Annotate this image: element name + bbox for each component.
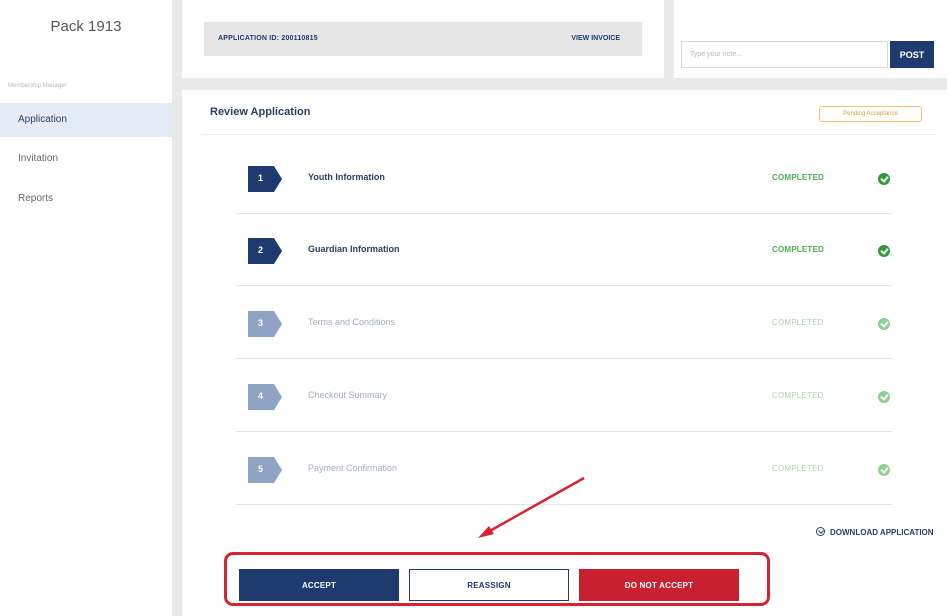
step-number: 1 [258,173,264,183]
download-label: DOWNLOAD APPLICATION [830,528,934,537]
step-status: COMPLETED [772,245,825,254]
step-label: Youth Information [308,172,385,182]
application-card: APPLICATION ID: 200110815 VIEW INVOICE [182,0,664,78]
review-application-card: Review Application Pending Acceptance 1 … [182,90,947,616]
step-number: 5 [258,464,264,474]
step-payment-confirmation[interactable]: 5 Payment Confirmation COMPLETED [236,433,892,505]
step-guardian-information[interactable]: 2 Guardian Information COMPLETED [236,214,892,286]
step-label: Checkout Summary [308,390,388,400]
step-status: COMPLETED [772,464,824,473]
note-input[interactable] [681,41,888,68]
check-circle-icon [878,464,890,476]
step-number-badge: 1 [248,166,282,192]
divider [202,134,937,135]
step-label: Terms and Conditions [308,317,396,327]
check-circle-icon [878,245,890,257]
sidebar-item-reports[interactable]: Reports [0,182,172,216]
sidebar: Pack 1913 Membership Manager Application… [0,0,172,616]
step-number: 4 [258,391,264,401]
accept-button[interactable]: ACCEPT [239,569,399,601]
step-status: COMPLETED [772,173,825,182]
status-badge: Pending Acceptance [819,106,922,122]
step-number-badge: 5 [248,457,282,483]
action-buttons-highlight: ACCEPT REASSIGN DO NOT ACCEPT [224,552,770,606]
step-label: Payment Confirmation [308,463,398,473]
download-application-link[interactable]: DOWNLOAD APPLICATION [816,527,934,537]
step-terms-and-conditions[interactable]: 3 Terms and Conditions COMPLETED [236,287,892,359]
step-status: COMPLETED [772,318,824,327]
sidebar-item-invitation[interactable]: Invitation [0,142,172,176]
step-youth-information[interactable]: 1 Youth Information COMPLETED [236,142,892,214]
reassign-button[interactable]: REASSIGN [409,569,569,601]
post-button[interactable]: POST [890,41,934,68]
brand-name: Pack 1913 [50,18,122,35]
step-status: COMPLETED [772,391,824,400]
sidebar-section-label: Membership Manager [8,83,67,89]
check-circle-icon [878,391,890,403]
check-circle-icon [878,173,890,185]
check-circle-icon [878,318,890,330]
application-id: APPLICATION ID: 200110815 [218,35,318,42]
note-card: POST [674,0,947,78]
step-number-badge: 4 [248,384,282,410]
do-not-accept-button[interactable]: DO NOT ACCEPT [579,569,739,601]
review-title: Review Application [210,106,311,118]
step-number-badge: 2 [248,238,282,264]
step-number: 3 [258,318,264,328]
step-checkout-summary[interactable]: 4 Checkout Summary COMPLETED [236,360,892,432]
step-number: 2 [258,245,264,255]
view-invoice-link[interactable]: VIEW INVOICE [571,35,620,42]
step-label: Guardian Information [308,244,400,254]
sidebar-item-application[interactable]: Application [0,103,172,137]
application-id-bar: APPLICATION ID: 200110815 VIEW INVOICE [204,22,642,56]
step-number-badge: 3 [248,311,282,337]
download-icon [816,527,825,536]
